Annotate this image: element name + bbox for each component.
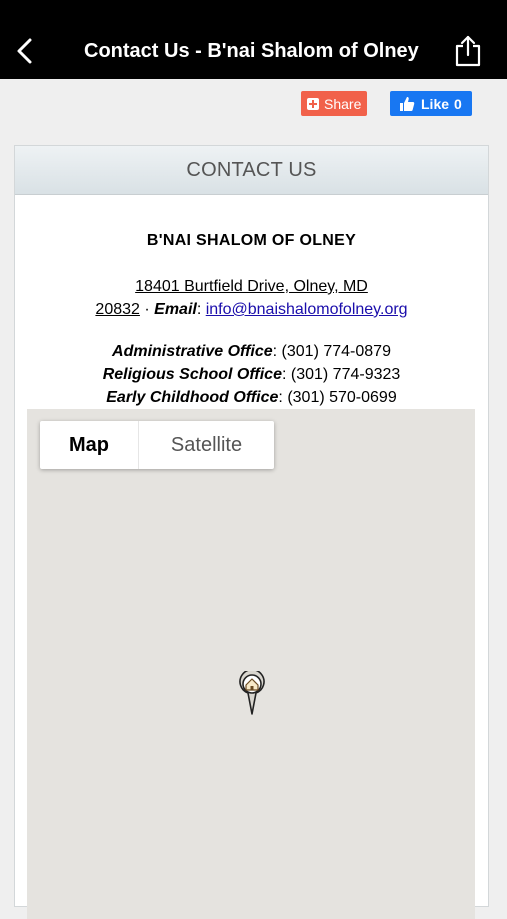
office-phone[interactable]: (301) 774-9323 — [291, 366, 400, 383]
chevron-left-icon[interactable] — [12, 36, 38, 66]
office-label: Early Childhood Office — [106, 389, 279, 406]
office-phone[interactable]: (301) 570-0699 — [287, 389, 396, 406]
share-upload-icon[interactable] — [453, 34, 483, 68]
address-line[interactable]: 18401 Burtfield Drive, Olney, MD — [135, 278, 368, 295]
share-button[interactable]: Share — [301, 91, 367, 116]
map-pin-home-icon[interactable] — [237, 671, 267, 715]
map-view[interactable]: Map Satellite — [27, 409, 475, 919]
page-title: Contact Us - B'nai Shalom of Olney — [84, 40, 419, 62]
like-label: Like — [421, 95, 450, 112]
contact-card: CONTACT US B'NAI SHALOM OF OLNEY 18401 B… — [14, 145, 489, 919]
separator: · — [139, 301, 155, 318]
office-row: Religious School Office: (301) 774-9323 — [102, 366, 401, 383]
thumbs-up-icon — [400, 96, 415, 111]
map-type-map-button[interactable]: Map — [40, 421, 139, 469]
plus-square-icon — [307, 97, 319, 110]
office-label: Religious School Office — [102, 366, 282, 383]
facebook-like-button[interactable]: Like 0 — [390, 91, 472, 116]
email-label: Email — [154, 301, 197, 318]
office-phones: Administrative Office: (301) 774-0879 Re… — [15, 340, 488, 409]
email-link[interactable]: info@bnaishalomofolney.org — [206, 301, 408, 318]
section-header: CONTACT US — [15, 146, 488, 195]
like-count: 0 — [454, 95, 462, 112]
office-row: Administrative Office: (301) 774-0879 — [112, 343, 391, 360]
organization-name: B'NAI SHALOM OF OLNEY — [146, 232, 357, 249]
office-phone[interactable]: (301) 774-0879 — [282, 343, 391, 360]
map-type-toggle: Map Satellite — [40, 421, 274, 469]
share-label: Share — [324, 95, 362, 112]
navigation-bar: Contact Us - B'nai Shalom of Olney — [0, 0, 507, 79]
address-zip[interactable]: 20832 — [95, 301, 140, 318]
office-row: Early Childhood Office: (301) 570-0699 — [106, 389, 397, 406]
office-label: Administrative Office — [112, 343, 273, 360]
map-type-satellite-button[interactable]: Satellite — [139, 421, 274, 469]
address-block: 18401 Burtfield Drive, Olney, MD 20832 ·… — [95, 278, 408, 318]
